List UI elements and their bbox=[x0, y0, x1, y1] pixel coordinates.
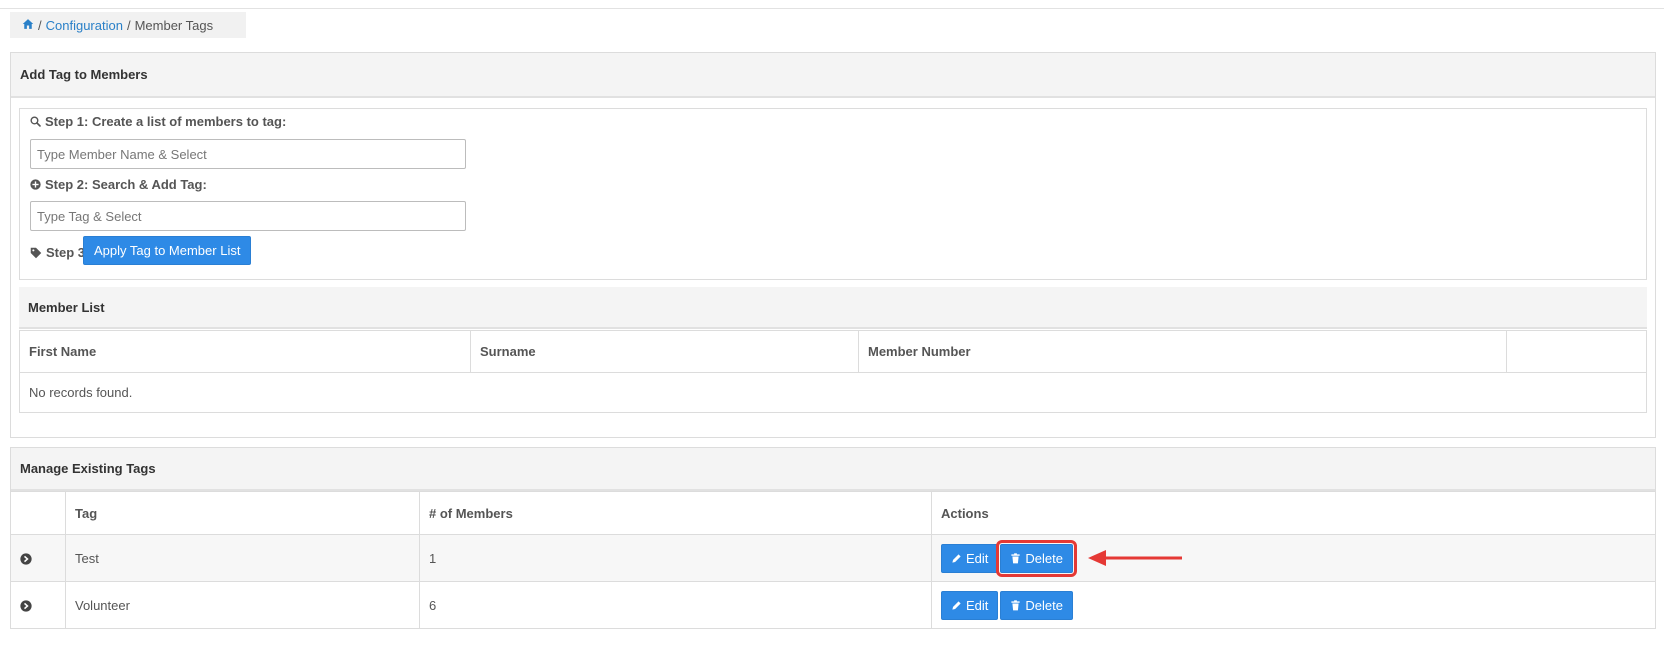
step1-label-row: Step 1: Create a list of members to tag: bbox=[30, 114, 286, 129]
breadcrumb-current: Member Tags bbox=[134, 17, 214, 33]
expand-row-icon[interactable] bbox=[20, 600, 32, 612]
expand-cell bbox=[10, 534, 66, 582]
column-first-name[interactable]: First Name bbox=[19, 330, 471, 373]
tag-search-input[interactable] bbox=[30, 201, 466, 231]
add-tag-panel-title: Add Tag to Members bbox=[11, 53, 1655, 98]
table-row: Test 1 Edit Delete bbox=[10, 534, 1656, 582]
no-records-text: No records found. bbox=[19, 372, 1647, 413]
edit-button-label: Edit bbox=[966, 550, 989, 566]
delete-button-label: Delete bbox=[1025, 597, 1063, 613]
tags-table: Tag # of Members Actions Test 1 Edit Del… bbox=[10, 491, 1656, 629]
steps-box: Step 1: Create a list of members to tag:… bbox=[19, 108, 1647, 280]
tag-icon bbox=[30, 247, 42, 258]
delete-button-label: Delete bbox=[1025, 550, 1063, 566]
edit-button[interactable]: Edit bbox=[941, 543, 999, 573]
step3-label-row: Step 3: bbox=[30, 245, 89, 260]
apply-tag-button[interactable]: Apply Tag to Member List bbox=[83, 236, 252, 265]
search-icon bbox=[30, 116, 41, 127]
column-actions-empty bbox=[1506, 330, 1647, 373]
expand-row-icon[interactable] bbox=[20, 553, 32, 565]
home-link[interactable] bbox=[22, 18, 34, 33]
column-member-number[interactable]: Member Number bbox=[858, 330, 1507, 373]
manage-tags-panel: Manage Existing Tags Tag # of Members Ac… bbox=[10, 447, 1656, 629]
column-surname[interactable]: Surname bbox=[470, 330, 859, 373]
tag-name-cell: Volunteer bbox=[65, 581, 420, 629]
column-member-count[interactable]: # of Members bbox=[419, 491, 932, 535]
table-row: Volunteer 6 Edit Delete bbox=[10, 581, 1656, 629]
actions-cell: Edit Delete bbox=[931, 534, 1656, 582]
breadcrumb: / Configuration / Member Tags bbox=[10, 12, 246, 38]
pencil-icon bbox=[952, 553, 961, 563]
step2-label: Step 2: Search & Add Tag: bbox=[45, 177, 207, 192]
member-list-title: Member List bbox=[19, 287, 1647, 329]
expand-cell bbox=[10, 581, 66, 629]
tags-table-header-row: Tag # of Members Actions bbox=[10, 491, 1656, 535]
breadcrumb-separator: / bbox=[126, 17, 131, 33]
step2-label-row: Step 2: Search & Add Tag: bbox=[30, 177, 207, 192]
trash-icon bbox=[1011, 552, 1021, 563]
add-tag-panel: Add Tag to Members Step 1: Create a list… bbox=[10, 52, 1656, 438]
home-icon bbox=[22, 18, 34, 29]
trash-icon bbox=[1011, 599, 1021, 610]
column-tag[interactable]: Tag bbox=[65, 491, 420, 535]
member-list-table: First Name Surname Member Number No reco… bbox=[19, 330, 1647, 413]
manage-tags-panel-title: Manage Existing Tags bbox=[11, 448, 1655, 491]
top-divider bbox=[0, 8, 1664, 9]
step1-label: Step 1: Create a list of members to tag: bbox=[45, 114, 287, 129]
edit-button-label: Edit bbox=[966, 597, 989, 613]
member-name-input[interactable] bbox=[30, 139, 466, 169]
delete-button[interactable]: Delete bbox=[996, 539, 1077, 577]
column-expand bbox=[10, 491, 66, 535]
annotation-arrow-icon bbox=[1088, 550, 1182, 566]
column-actions: Actions bbox=[931, 491, 1656, 535]
member-table-header-row: First Name Surname Member Number bbox=[19, 330, 1647, 373]
breadcrumb-separator: / bbox=[38, 17, 42, 33]
empty-row: No records found. bbox=[19, 372, 1647, 413]
actions-cell: Edit Delete bbox=[931, 581, 1656, 629]
plus-circle-icon bbox=[30, 179, 41, 190]
pencil-icon bbox=[952, 600, 961, 610]
member-count-cell: 6 bbox=[419, 581, 932, 629]
member-count-cell: 1 bbox=[419, 534, 932, 582]
edit-button[interactable]: Edit bbox=[941, 590, 999, 620]
delete-button[interactable]: Delete bbox=[1000, 590, 1073, 620]
breadcrumb-configuration-link[interactable]: Configuration bbox=[46, 18, 123, 33]
tag-name-cell: Test bbox=[65, 534, 420, 582]
